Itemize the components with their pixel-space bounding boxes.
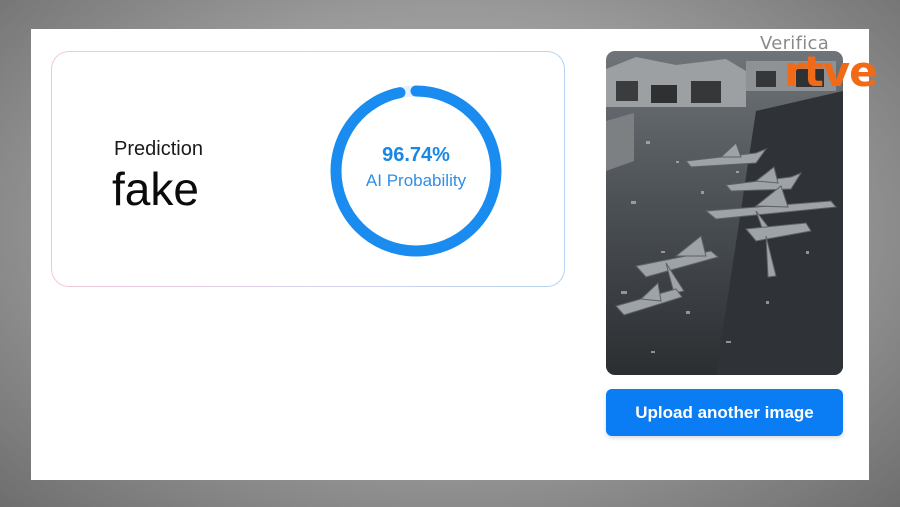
uploaded-image: [606, 51, 843, 375]
probability-label: AI Probability: [365, 171, 467, 190]
prediction-label: Prediction: [114, 138, 203, 160]
rtve-logo: rtve: [784, 47, 878, 96]
aircraft-photo: [606, 51, 843, 375]
prediction-value: fake: [112, 163, 199, 215]
upload-another-image-button[interactable]: Upload another image: [606, 389, 843, 436]
probability-percent: 96.74%: [382, 144, 450, 166]
